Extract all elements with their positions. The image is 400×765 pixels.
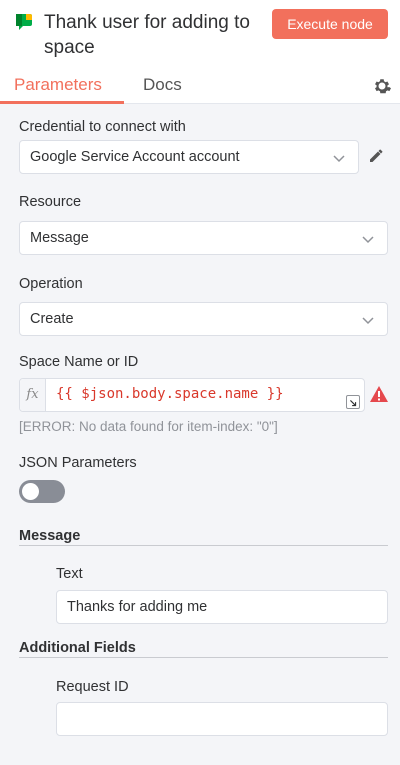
fx-icon: fx	[20, 379, 46, 411]
expression-error-text: [ERROR: No data found for item-index: "0…	[19, 419, 278, 434]
operation-select[interactable]: Create	[19, 302, 388, 336]
message-section-title: Message	[19, 528, 81, 544]
tab-parameters[interactable]: Parameters	[14, 74, 102, 96]
resource-value: Message	[30, 230, 89, 246]
tab-docs[interactable]: Docs	[143, 74, 182, 96]
credential-select[interactable]: Google Service Account account	[19, 140, 359, 174]
node-header: Thank user for adding to space Execute n…	[0, 0, 400, 104]
warning-icon	[370, 386, 388, 402]
node-title: Thank user for adding to space	[44, 12, 250, 58]
additional-fields-title: Additional Fields	[19, 640, 136, 656]
space-expression-value: {{ $json.body.space.name }}	[56, 386, 284, 402]
space-expression-input[interactable]: fx {{ $json.body.space.name }}	[19, 378, 365, 412]
request-id-input[interactable]	[56, 702, 388, 736]
space-label: Space Name or ID	[19, 354, 139, 370]
text-input[interactable]	[56, 590, 388, 624]
pencil-icon[interactable]	[367, 146, 385, 164]
operation-label: Operation	[19, 276, 83, 292]
chevron-down-icon	[362, 236, 374, 244]
credential-label: Credential to connect with	[19, 119, 186, 135]
text-label: Text	[56, 566, 83, 582]
chevron-down-icon	[333, 155, 345, 163]
json-parameters-label: JSON Parameters	[19, 455, 137, 471]
json-parameters-toggle[interactable]	[19, 480, 65, 503]
request-id-label: Request ID	[56, 679, 129, 695]
additional-divider	[19, 657, 388, 658]
message-divider	[19, 545, 388, 546]
expand-icon[interactable]	[346, 395, 360, 409]
credential-value: Google Service Account account	[30, 149, 240, 165]
tab-bar: Parameters Docs	[0, 70, 400, 104]
operation-value: Create	[30, 311, 74, 327]
gear-icon[interactable]	[372, 76, 392, 96]
toggle-knob	[22, 483, 39, 500]
resource-label: Resource	[19, 194, 82, 210]
chevron-down-icon	[362, 317, 374, 325]
resource-select[interactable]: Message	[19, 221, 388, 255]
execute-node-button[interactable]: Execute node	[272, 9, 388, 39]
google-chat-icon	[16, 14, 32, 30]
